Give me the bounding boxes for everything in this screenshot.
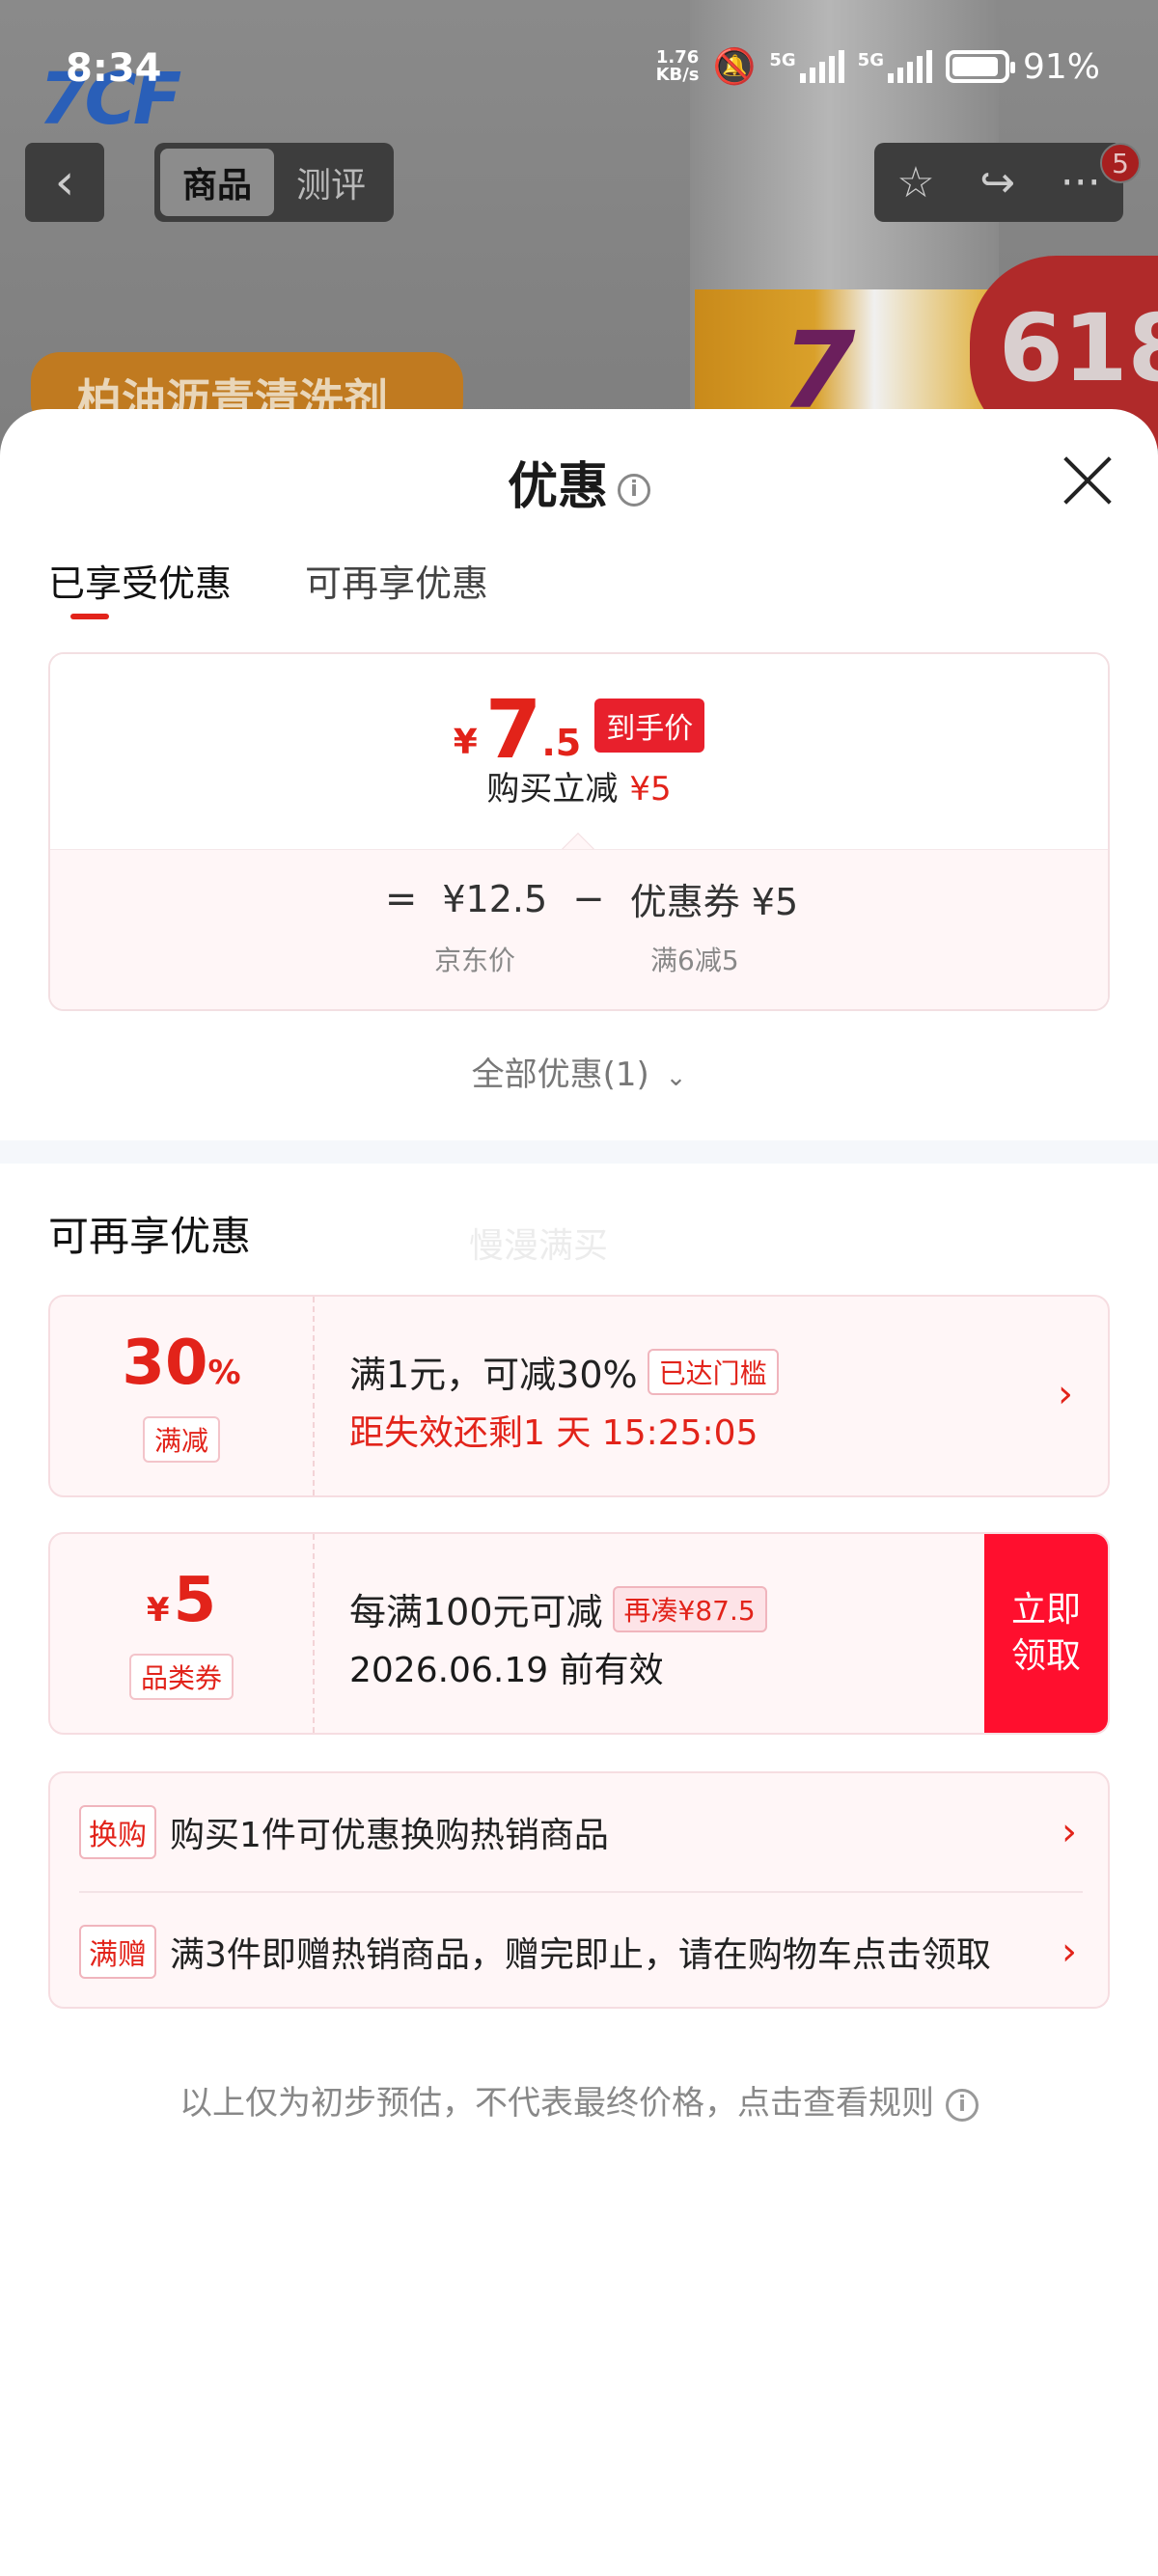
- final-price: ¥ 7 .5 到手价: [50, 682, 1108, 777]
- threshold-reached-badge: 已达门槛: [647, 1348, 779, 1395]
- all-promos-toggle[interactable]: 全部优惠(1) ⌄: [0, 1048, 1158, 1095]
- coupon-countdown: 距失效还剩1 天 15:25:05: [349, 1413, 758, 1453]
- claim-button-line-1: 立即: [1010, 1590, 1081, 1630]
- list-item-trade-in[interactable]: 换购 购买1件可优惠换购热销商品 ›: [79, 1773, 1083, 1891]
- coupon-value: 30%: [122, 1329, 240, 1407]
- coupon-value: ¥5: [147, 1567, 216, 1644]
- message-badge: 5: [1100, 143, 1141, 183]
- chevron-right-icon: ›: [1058, 1372, 1073, 1416]
- price-decimal: .5: [541, 722, 582, 764]
- coupon-value-number: 30: [122, 1328, 208, 1399]
- network-speed: 1.76 KB/s: [656, 49, 700, 84]
- extra-promos-card: 换购 购买1件可优惠换购热销商品 › 满赠 满3件即赠热销商品，赠完即止，请在购…: [48, 1771, 1110, 2009]
- network-speed-unit: KB/s: [655, 65, 700, 85]
- coupon-title-row: 满1元，可减30% 已达门槛: [349, 1345, 779, 1398]
- signal-bars-icon: [799, 50, 844, 83]
- back-button[interactable]: ‹: [25, 143, 104, 222]
- coupon-value-panel: ¥5 品类券: [50, 1534, 315, 1733]
- tab-enjoyed-promos[interactable]: 已享受优惠: [48, 554, 232, 607]
- section-title-more-promos: 可再享优惠: [48, 1213, 252, 1260]
- all-promos-label: 全部优惠(1): [471, 1055, 649, 1094]
- watermark-text: 慢漫满买: [469, 1226, 609, 1266]
- network-type-label: 5G: [769, 50, 796, 70]
- coupon-validity: 2026.06.19 前有效: [349, 1651, 664, 1690]
- promo-tabs: 已享受优惠 可再享优惠: [48, 554, 488, 607]
- info-icon[interactable]: i: [618, 474, 650, 507]
- more-icon[interactable]: ···: [1061, 158, 1101, 207]
- final-price-badge: 到手价: [594, 699, 705, 753]
- coupon-value-unit: %: [207, 1354, 241, 1392]
- promo-text: 满3件即赠热销商品，赠完即止，请在购物车点击领取: [170, 1935, 991, 1975]
- reduction-amount: ¥5: [629, 770, 672, 808]
- category-coupon: ¥5 品类券 每满100元可减 再凑¥87.5 2026.06.19 前有效 立…: [48, 1532, 1110, 1735]
- promo-tag: 满赠: [79, 1925, 156, 1979]
- status-bar-right: 1.76 KB/s 🔕 5G 5G 91%: [656, 46, 1100, 88]
- star-icon[interactable]: ☆: [896, 158, 934, 207]
- section-divider: [0, 1140, 1158, 1164]
- coupon-value-panel: 30% 满减: [50, 1297, 315, 1495]
- status-time: 8:34: [66, 46, 162, 91]
- jd-price: ¥12.5: [442, 877, 548, 920]
- promo-text: 购买1件可优惠换购热销商品: [170, 1816, 609, 1855]
- price-integer: 7: [484, 682, 542, 777]
- footer-note-text: 以上仅为初步预估，不代表最终价格，点击查看规则: [179, 2084, 934, 2123]
- mute-icon: 🔕: [712, 47, 757, 87]
- coupon-amount: 优惠券 ¥5: [629, 881, 799, 923]
- sheet-title-text: 优惠: [507, 458, 608, 516]
- coupon-condition-label: 满6减5: [650, 945, 739, 976]
- chevron-right-icon: ›: [1062, 1810, 1077, 1854]
- nav-actions: ☆ ↪ ···: [874, 143, 1123, 222]
- minus-sign: −: [572, 876, 605, 921]
- signal-5g-1: 5G: [769, 50, 844, 83]
- sheet-title: 优惠 i: [0, 446, 1158, 518]
- product-tabs: 商品 测评: [154, 143, 394, 222]
- chevron-right-icon: ›: [1062, 1930, 1077, 1974]
- reduction-label: 购买立减: [486, 770, 619, 808]
- info-icon: i: [946, 2088, 979, 2122]
- signal-5g-2: 5G: [858, 50, 932, 83]
- share-icon[interactable]: ↪: [979, 158, 1015, 207]
- coupon-title: 每满100元可减: [349, 1591, 603, 1633]
- price-formula: = ¥12.5 − 优惠券 ¥5: [50, 872, 1108, 925]
- final-price-section: ¥ 7 .5 到手价 购买立减 ¥5: [50, 654, 1108, 849]
- coupon-value-number: 5: [173, 1565, 217, 1636]
- coupon-type-tag: 满减: [142, 1416, 220, 1463]
- equals-sign: =: [384, 876, 418, 921]
- battery-icon: [945, 50, 1015, 83]
- signal-bars-icon: [887, 50, 932, 83]
- coupon-type-tag: 品类券: [128, 1654, 234, 1700]
- final-price-card: ¥ 7 .5 到手价 购买立减 ¥5 = ¥12.5 − 优惠券 ¥5 京东价 满…: [48, 652, 1110, 1011]
- tab-more-promos[interactable]: 可再享优惠: [305, 554, 488, 607]
- promo-tag: 换购: [79, 1805, 156, 1859]
- coupon-title: 满1元，可减30%: [349, 1354, 638, 1396]
- claim-button-line-2: 领取: [1010, 1636, 1081, 1676]
- network-type-label: 5G: [857, 50, 884, 70]
- tab-review[interactable]: 测评: [274, 149, 388, 216]
- footer-rules-note[interactable]: 以上仅为初步预估，不代表最终价格，点击查看规则 i: [0, 2076, 1158, 2124]
- close-icon[interactable]: [1060, 453, 1114, 507]
- price-currency: ¥: [453, 723, 478, 762]
- remaining-amount-badge: 再凑¥87.5: [612, 1585, 767, 1632]
- coupon-currency: ¥: [146, 1591, 170, 1630]
- claim-button-label: 立即 领取: [1011, 1587, 1081, 1680]
- instant-reduction: 购买立减 ¥5: [50, 762, 1108, 809]
- chevron-left-icon: ‹: [54, 153, 75, 211]
- battery-percent: 91%: [1022, 46, 1100, 87]
- claim-coupon-button[interactable]: 立即 领取: [984, 1534, 1108, 1733]
- tab-product[interactable]: 商品: [160, 149, 274, 216]
- chevron-down-icon: ⌄: [665, 1063, 687, 1092]
- coupon-title-row: 每满100元可减 再凑¥87.5: [349, 1582, 767, 1635]
- list-item-gift[interactable]: 满赠 满3件即赠热销商品，赠完即止，请在购物车点击领取 ›: [79, 1893, 1083, 2011]
- tab-active-indicator: [70, 614, 109, 619]
- jd-price-label: 京东价: [434, 945, 516, 976]
- discount-coupon[interactable]: 30% 满减 满1元，可减30% 已达门槛 距失效还剩1 天 15:25:05 …: [48, 1295, 1110, 1497]
